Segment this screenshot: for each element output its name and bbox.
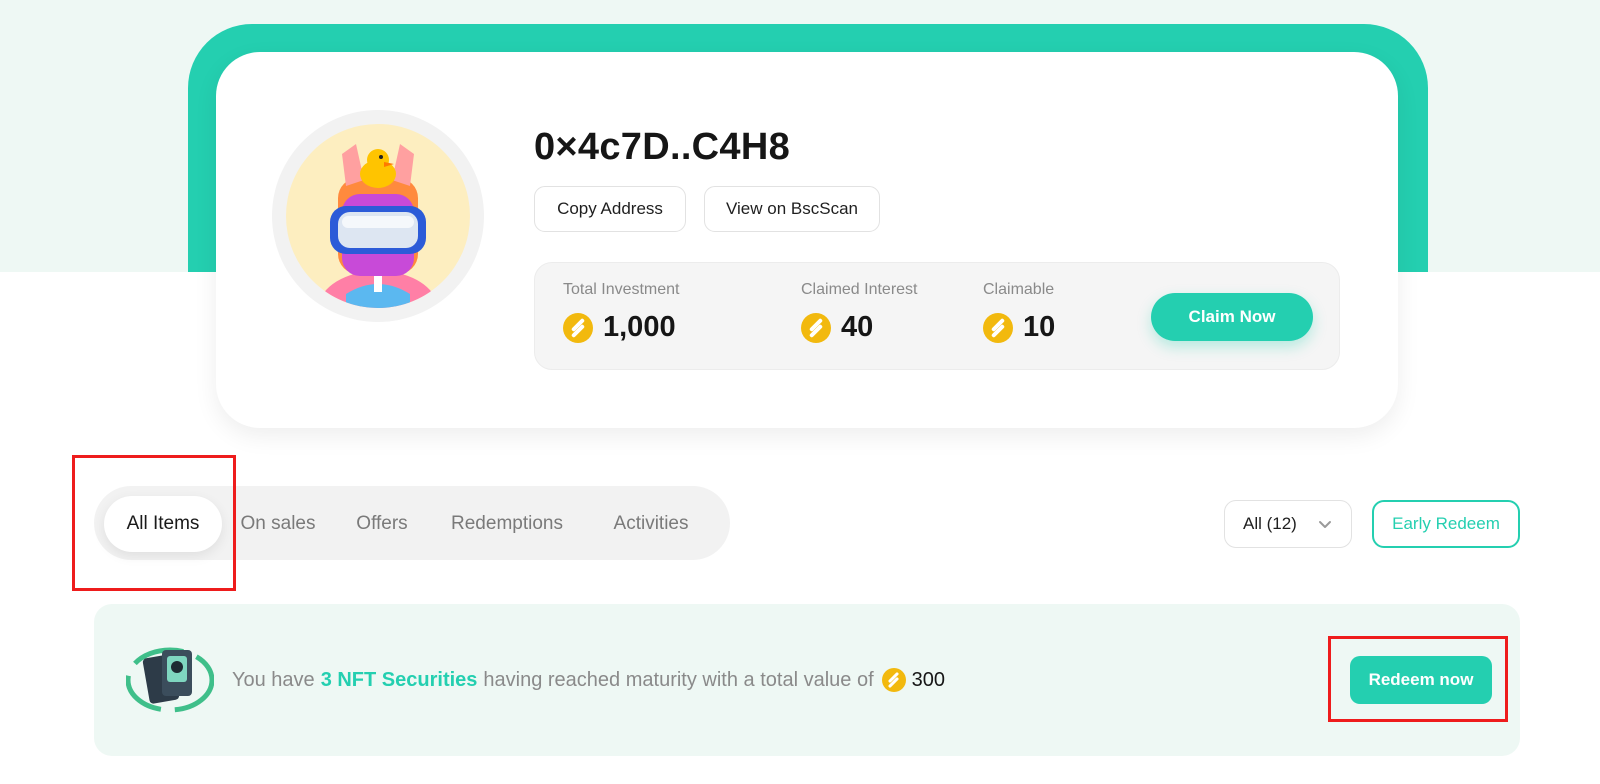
maturity-message: You have 3 NFT Securities having reached… [232, 668, 945, 692]
maturity-banner: You have 3 NFT Securities having reached… [94, 604, 1520, 756]
tab-all-items[interactable]: All Items [104, 496, 222, 552]
stat-total-investment: Total Investment 1,000 [563, 281, 680, 344]
stat-claimed-interest: Claimed Interest 40 [801, 281, 918, 344]
stat-label: Claimable [983, 281, 1055, 298]
coin-icon [801, 312, 831, 343]
nft-securities-icon [126, 647, 214, 713]
tab-redemptions[interactable]: Redemptions [444, 496, 570, 552]
stat-value: 40 [841, 311, 874, 343]
coin-icon [563, 312, 593, 343]
stat-claimable: Claimable 10 [983, 281, 1055, 344]
stat-value: 1,000 [603, 311, 676, 343]
avatar [272, 110, 484, 322]
tab-on-sales[interactable]: On sales [234, 496, 322, 552]
banner-text-after: having reached maturity with a total val… [483, 668, 874, 691]
filter-select-value: All (12) [1243, 514, 1297, 533]
redeem-now-button[interactable]: Redeem now [1350, 656, 1492, 704]
stat-label: Claimed Interest [801, 281, 918, 298]
view-on-bscscan-button[interactable]: View on BscScan [704, 186, 880, 232]
total-value: 300 [911, 668, 945, 691]
tab-bar: All Items On sales Offers Redemptions Ac… [94, 486, 730, 560]
coin-icon [983, 312, 1013, 343]
banner-text-before: You have [232, 668, 315, 691]
avatar-image [286, 124, 470, 308]
wallet-address: 0×4c7D..C4H8 [534, 126, 791, 168]
coin-icon [881, 668, 906, 692]
stats-panel: Total Investment 1,000 Claimed Interest … [534, 262, 1340, 370]
robot-avatar-icon [316, 144, 440, 308]
tab-activities[interactable]: Activities [600, 496, 702, 552]
nft-securities-count: 3 NFT Securities [320, 668, 478, 691]
tab-offers[interactable]: Offers [348, 496, 416, 552]
early-redeem-button[interactable]: Early Redeem [1372, 500, 1520, 548]
chevron-down-icon [1319, 521, 1331, 528]
page: 0×4c7D..C4H8 Copy Address View on BscSca… [0, 0, 1600, 784]
copy-address-button[interactable]: Copy Address [534, 186, 686, 232]
stat-label: Total Investment [563, 281, 680, 298]
profile-card: 0×4c7D..C4H8 Copy Address View on BscSca… [216, 52, 1398, 428]
filter-select[interactable]: All (12) [1224, 500, 1352, 548]
claim-now-button[interactable]: Claim Now [1151, 293, 1313, 341]
stat-value: 10 [1023, 311, 1056, 343]
